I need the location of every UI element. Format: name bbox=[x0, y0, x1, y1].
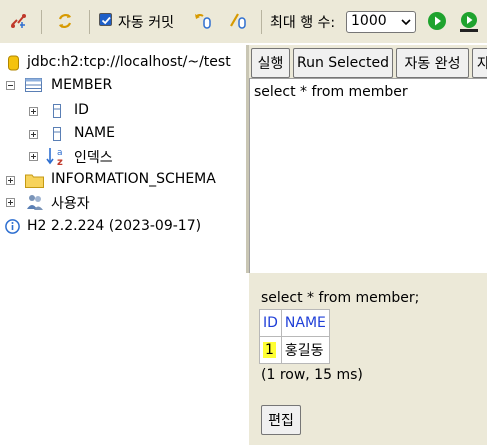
tree-information-schema[interactable]: INFORMATION_SCHEMA bbox=[0, 169, 246, 191]
expand-icon[interactable] bbox=[29, 152, 38, 161]
collapse-icon[interactable] bbox=[6, 81, 15, 90]
run-icon[interactable] bbox=[427, 11, 447, 31]
tree-column-name[interactable]: NAME bbox=[0, 123, 246, 145]
result-row: 1 홍길동 bbox=[259, 336, 330, 364]
overflow-button[interactable]: 자 bbox=[472, 48, 487, 78]
max-rows-value: 1000 bbox=[351, 13, 387, 29]
toolbar: 자동 커밋 최대 행 수: 1000 bbox=[0, 0, 487, 44]
expand-icon[interactable] bbox=[29, 107, 38, 116]
sql-text: select * from member bbox=[254, 84, 408, 100]
index-sort-icon: a z bbox=[46, 148, 63, 167]
autocomplete-button[interactable]: 자동 완성 bbox=[396, 48, 469, 78]
commit-icon[interactable] bbox=[228, 11, 248, 31]
expand-icon[interactable] bbox=[6, 176, 15, 185]
info-icon bbox=[5, 219, 20, 234]
database-icon bbox=[8, 55, 19, 71]
tree-table-member[interactable]: MEMBER bbox=[0, 75, 246, 97]
column-icon bbox=[53, 104, 61, 118]
result-count: (1 row, 15 ms) bbox=[261, 367, 363, 383]
autocommit-label: 자동 커밋 bbox=[118, 15, 174, 31]
version-label: H2 2.2.224 (2023-09-17) bbox=[27, 218, 202, 234]
table-name: MEMBER bbox=[51, 77, 113, 93]
column-label: NAME bbox=[74, 125, 115, 141]
rollback-icon[interactable] bbox=[193, 11, 213, 31]
sql-editor-panel: 실행 Run Selected 자동 완성 자 select * from me… bbox=[249, 45, 487, 273]
toolbar-separator bbox=[41, 10, 42, 34]
toolbar-separator bbox=[89, 10, 90, 34]
toolbar-separator bbox=[261, 10, 262, 34]
autocommit-checkbox[interactable] bbox=[99, 13, 112, 26]
result-cell-name: 홍길동 bbox=[280, 336, 330, 364]
folder-icon bbox=[25, 174, 44, 188]
svg-text:z: z bbox=[57, 157, 63, 167]
result-table: ID NAME 1 홍길동 bbox=[259, 309, 330, 364]
schema-label: INFORMATION_SCHEMA bbox=[51, 171, 216, 187]
tree-users[interactable]: 사용자 bbox=[0, 191, 246, 213]
run-selected-icon[interactable] bbox=[458, 11, 480, 33]
edit-button[interactable]: 편집 bbox=[261, 405, 301, 435]
result-panel: select * from member; ID NAME 1 홍길동 (1 r… bbox=[249, 273, 487, 445]
max-rows-select[interactable]: 1000 bbox=[346, 11, 416, 33]
tree-column-id[interactable]: ID bbox=[0, 100, 246, 122]
result-column-header: ID bbox=[259, 309, 282, 337]
users-icon bbox=[27, 195, 43, 210]
indexes-label: 인덱스 bbox=[74, 150, 113, 166]
connection-url: jdbc:h2:tcp://localhost/~/test bbox=[27, 54, 231, 70]
result-cell-id: 1 bbox=[259, 336, 282, 364]
users-label: 사용자 bbox=[51, 196, 90, 212]
result-sql: select * from member; bbox=[261, 290, 420, 306]
result-cell-value: 1 bbox=[263, 342, 276, 358]
expand-icon[interactable] bbox=[29, 130, 38, 139]
tree-version: H2 2.2.224 (2023-09-17) bbox=[0, 216, 246, 238]
result-column-header: NAME bbox=[280, 309, 330, 337]
max-rows-label: 최대 행 수: bbox=[270, 15, 336, 31]
tree-indexes[interactable]: a z 인덱스 bbox=[0, 145, 246, 167]
table-icon bbox=[25, 78, 42, 92]
result-header-row: ID NAME bbox=[259, 309, 330, 337]
run-selected-button[interactable]: Run Selected bbox=[293, 48, 393, 78]
column-icon bbox=[53, 127, 61, 141]
chevron-down-icon bbox=[401, 19, 411, 26]
disconnect-icon[interactable] bbox=[9, 11, 29, 31]
tree-connection[interactable]: jdbc:h2:tcp://localhost/~/test bbox=[0, 52, 246, 74]
schema-tree: jdbc:h2:tcp://localhost/~/test MEMBER ID… bbox=[0, 45, 246, 445]
expand-icon[interactable] bbox=[6, 198, 15, 207]
column-label: ID bbox=[74, 102, 89, 118]
sql-input[interactable]: select * from member bbox=[249, 78, 487, 273]
refresh-icon[interactable] bbox=[55, 11, 75, 31]
run-button[interactable]: 실행 bbox=[251, 48, 290, 78]
